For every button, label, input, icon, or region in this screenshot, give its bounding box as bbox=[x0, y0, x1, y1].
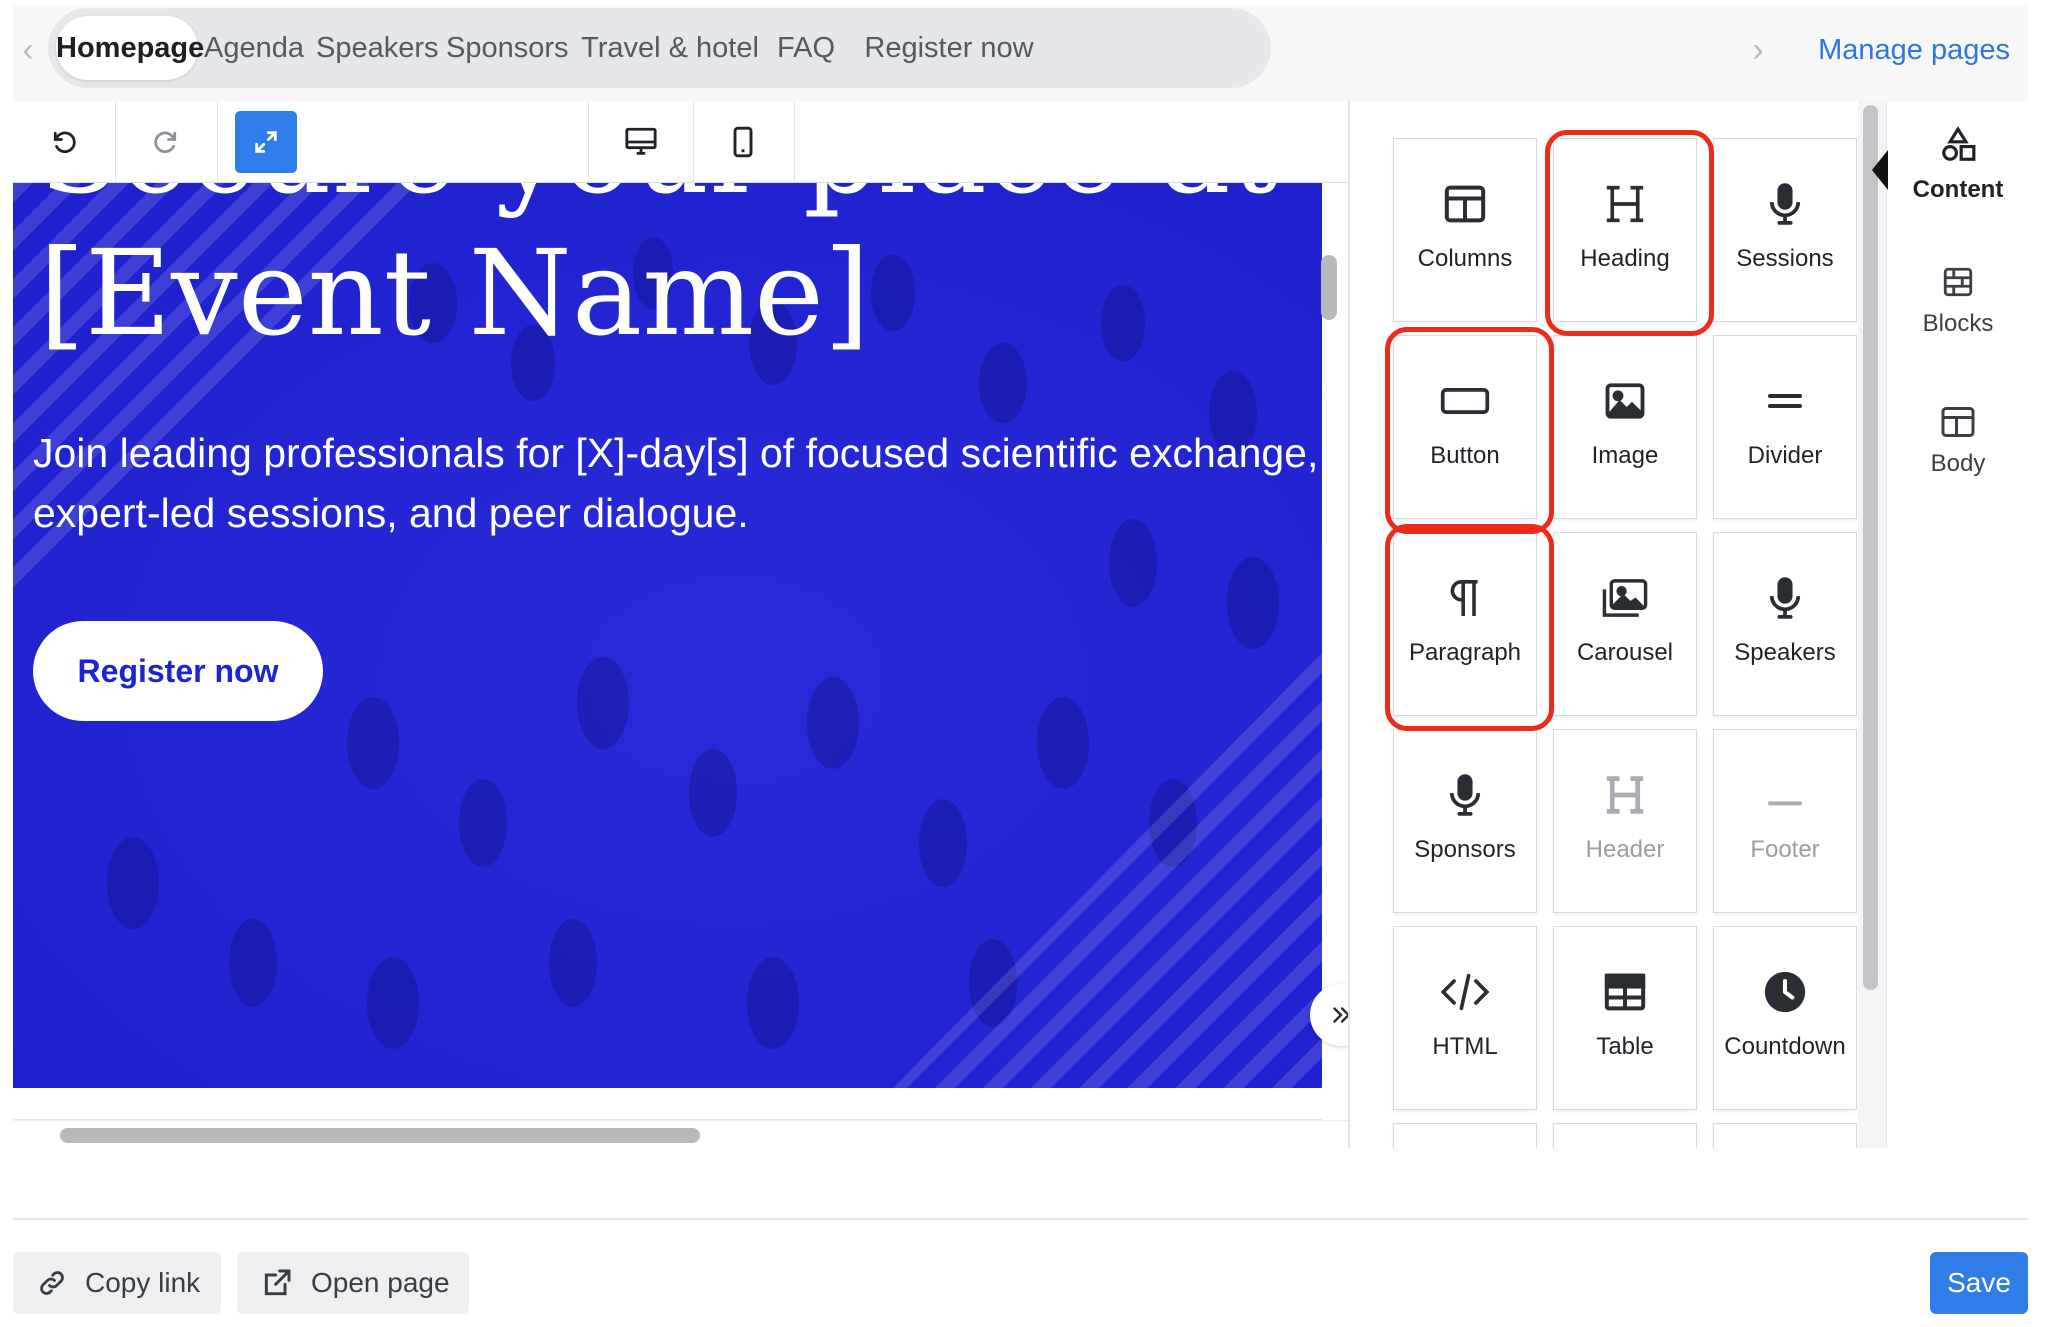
block-divider[interactable]: Divider bbox=[1713, 335, 1857, 519]
block-partial[interactable] bbox=[1393, 1123, 1537, 1148]
desktop-icon bbox=[625, 127, 657, 155]
active-nav-indicator bbox=[1872, 150, 1888, 190]
editor-side-nav: Content Blocks Body bbox=[1886, 101, 2028, 1148]
blocks-icon bbox=[1943, 267, 1973, 297]
block-partial[interactable] bbox=[1553, 1123, 1697, 1148]
nav-body[interactable]: Body bbox=[1887, 381, 2029, 501]
block-label: Sessions bbox=[1736, 245, 1834, 272]
page-tabs: Homepage Agenda Speakers Sponsors Travel… bbox=[48, 8, 1271, 88]
block-label: Image bbox=[1591, 442, 1659, 469]
open-page-button[interactable]: Open page bbox=[237, 1252, 469, 1314]
block-paragraph[interactable]: Paragraph bbox=[1393, 532, 1537, 716]
redo-button[interactable] bbox=[115, 101, 218, 183]
redo-icon bbox=[154, 131, 177, 154]
block-columns[interactable]: Columns bbox=[1393, 138, 1537, 322]
carousel-icon bbox=[1602, 579, 1648, 617]
block-label: Countdown bbox=[1724, 1033, 1846, 1060]
block-partial[interactable] bbox=[1713, 1123, 1857, 1148]
undo-icon bbox=[53, 131, 76, 154]
tab-speakers[interactable]: Speakers bbox=[316, 16, 439, 80]
columns-icon bbox=[1444, 185, 1486, 223]
tab-register-now[interactable]: Register now bbox=[854, 16, 1044, 80]
external-link-icon bbox=[261, 1267, 293, 1299]
layout-icon bbox=[1941, 407, 1975, 437]
microphone-icon bbox=[1449, 774, 1481, 816]
canvas-vertical-scroll-thumb[interactable] bbox=[1321, 255, 1337, 320]
button-icon bbox=[1440, 388, 1490, 414]
block-label: Button bbox=[1430, 442, 1500, 469]
hero-subtitle[interactable]: Join leading professionals for [X]-day[s… bbox=[33, 423, 1322, 543]
microphone-icon bbox=[1769, 183, 1801, 225]
register-now-button[interactable]: Register now bbox=[33, 621, 323, 721]
clock-icon bbox=[1764, 971, 1806, 1013]
mobile-icon bbox=[733, 126, 753, 158]
nav-content[interactable]: Content bbox=[1887, 101, 2029, 221]
block-label: Sponsors bbox=[1414, 836, 1516, 863]
block-heading[interactable]: Heading bbox=[1553, 138, 1697, 322]
block-image[interactable]: Image bbox=[1553, 335, 1697, 519]
heading-icon bbox=[1606, 185, 1644, 223]
nav-blocks[interactable]: Blocks bbox=[1887, 241, 2029, 361]
block-html[interactable]: HTML bbox=[1393, 926, 1537, 1110]
block-label: Speakers bbox=[1734, 639, 1836, 666]
hero-title[interactable]: [Event Name] bbox=[39, 223, 1299, 363]
footer-icon bbox=[1768, 801, 1802, 806]
canvas-lower-section bbox=[13, 1088, 1322, 1120]
copy-link-label: Copy link bbox=[85, 1267, 201, 1298]
block-label: Paragraph bbox=[1408, 639, 1522, 666]
table-icon bbox=[1604, 973, 1646, 1011]
block-sessions[interactable]: Sessions bbox=[1713, 138, 1857, 322]
divider-icon bbox=[1768, 394, 1802, 408]
open-page-label: Open page bbox=[311, 1267, 450, 1298]
manage-pages-link[interactable]: Manage pages bbox=[1800, 28, 2010, 72]
nav-label: Body bbox=[1930, 450, 1986, 477]
block-table[interactable]: Table bbox=[1553, 926, 1697, 1110]
heading-icon bbox=[1606, 776, 1644, 814]
desktop-view-button[interactable] bbox=[588, 101, 694, 183]
block-label: Table bbox=[1596, 1033, 1654, 1060]
block-label: Divider bbox=[1747, 442, 1823, 469]
block-sponsors[interactable]: Sponsors bbox=[1393, 729, 1537, 913]
mobile-view-button[interactable] bbox=[692, 101, 795, 183]
block-label: HTML bbox=[1432, 1033, 1498, 1060]
nav-label: Content bbox=[1912, 176, 2004, 203]
tab-homepage[interactable]: Homepage bbox=[56, 16, 204, 80]
block-label: Carousel bbox=[1576, 639, 1674, 666]
content-blocks-panel: Columns Heading Sessions Button Image Di… bbox=[1350, 101, 1860, 1148]
code-icon bbox=[1440, 973, 1490, 1011]
microphone-icon bbox=[1769, 577, 1801, 619]
tab-travel-hotel[interactable]: Travel & hotel bbox=[580, 16, 760, 80]
panel-scroll-thumb[interactable] bbox=[1863, 105, 1878, 990]
block-countdown[interactable]: Countdown bbox=[1713, 926, 1857, 1110]
hero-title-partial: Secure your place at bbox=[39, 183, 1278, 221]
canvas-horizontal-scroll-thumb[interactable] bbox=[60, 1128, 700, 1143]
undo-button[interactable] bbox=[13, 101, 116, 183]
paragraph-icon bbox=[1450, 580, 1478, 616]
block-label: Columns bbox=[1417, 245, 1513, 272]
save-button[interactable]: Save bbox=[1930, 1252, 2028, 1314]
copy-link-button[interactable]: Copy link bbox=[13, 1252, 221, 1314]
nav-label: Blocks bbox=[1922, 310, 1994, 337]
image-icon bbox=[1605, 383, 1645, 419]
tab-sponsors[interactable]: Sponsors bbox=[446, 16, 569, 80]
block-speakers[interactable]: Speakers bbox=[1713, 532, 1857, 716]
block-button[interactable]: Button bbox=[1393, 335, 1537, 519]
tabs-scroll-right-icon[interactable]: › bbox=[1740, 28, 1776, 72]
tab-agenda[interactable]: Agenda bbox=[204, 16, 304, 80]
tab-faq[interactable]: FAQ bbox=[776, 16, 836, 80]
block-footer: Footer bbox=[1713, 729, 1857, 913]
tabs-scroll-left-icon[interactable]: ‹ bbox=[10, 28, 46, 72]
footer-divider bbox=[13, 1218, 2028, 1220]
page-canvas[interactable]: Secure your place at [Event Name] Join l… bbox=[13, 183, 1322, 1088]
shapes-icon bbox=[1942, 126, 1976, 161]
link-icon bbox=[37, 1268, 67, 1298]
block-carousel[interactable]: Carousel bbox=[1553, 532, 1697, 716]
block-header: Header bbox=[1553, 729, 1697, 913]
block-label: Header bbox=[1585, 836, 1665, 863]
editor-toolbar bbox=[13, 101, 1348, 183]
block-label: Heading bbox=[1580, 245, 1670, 272]
block-label: Footer bbox=[1750, 836, 1820, 863]
expand-icon bbox=[235, 111, 297, 173]
expand-button[interactable] bbox=[216, 101, 316, 183]
